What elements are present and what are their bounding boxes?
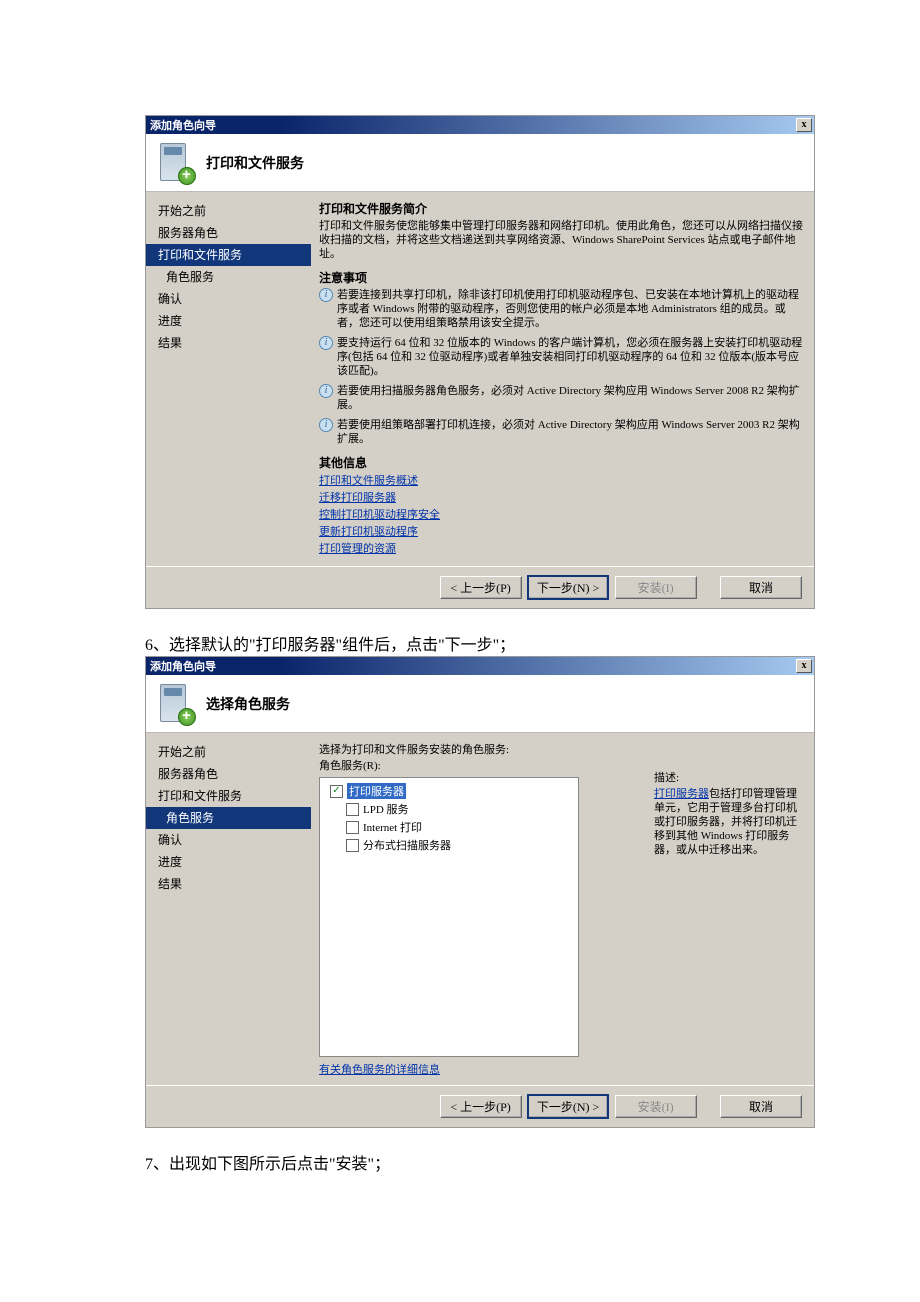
header: 打印和文件服务	[146, 134, 814, 192]
notes-list: i 若要连接到共享打印机，除非该打印机使用打印机驱动程序包、已安装在本地计算机上…	[319, 288, 804, 446]
wizard-dialog-2: 添加角色向导 x 选择角色服务 开始之前 服务器角色 打印和文件服务 角色服务 …	[145, 656, 815, 1128]
notes-heading: 注意事项	[319, 269, 804, 286]
nav-print-file[interactable]: 打印和文件服务	[146, 785, 311, 807]
link-overview[interactable]: 打印和文件服务概述	[319, 473, 804, 490]
desc-text: 打印服务器包括打印管理管理单元，它用于管理多台打印机或打印服务器，并将打印机迁移…	[654, 787, 804, 857]
links-block: 打印和文件服务概述 迁移打印服务器 控制打印机驱动程序安全 更新打印机驱动程序 …	[319, 473, 804, 558]
prev-button[interactable]: < 上一步(P)	[440, 576, 522, 599]
nav-role-services[interactable]: 角色服务	[146, 266, 311, 288]
nav-role-services[interactable]: 角色服务	[146, 807, 311, 829]
step-6-text: 6、选择默认的"打印服务器"组件后，点击"下一步"；	[145, 631, 775, 655]
nav-confirm[interactable]: 确认	[146, 829, 311, 851]
nav-server-roles[interactable]: 服务器角色	[146, 222, 311, 244]
button-bar: < 上一步(P) 下一步(N) > 安装(I) 取消	[146, 566, 814, 608]
note-item: i 要支持运行 64 位和 32 位版本的 Windows 的客户端计算机，您必…	[319, 336, 804, 378]
info-icon: i	[319, 384, 333, 398]
content-pane: 选择为打印和文件服务安装的角色服务: 角色服务(R): ✓ 打印服务器 LPD …	[311, 733, 814, 1085]
checkbox[interactable]	[346, 803, 359, 816]
desc-label: 描述:	[654, 769, 804, 785]
server-icon	[156, 141, 196, 185]
tree-item-label: LPD 服务	[363, 801, 409, 817]
header: 选择角色服务	[146, 675, 814, 733]
intro-text: 打印和文件服务使您能够集中管理打印服务器和网络打印机。使用此角色，您还可以从网络…	[319, 219, 804, 261]
other-heading: 其他信息	[319, 454, 804, 471]
nav-server-roles[interactable]: 服务器角色	[146, 763, 311, 785]
nav-progress[interactable]: 进度	[146, 310, 311, 332]
next-button[interactable]: 下一步(N) >	[527, 575, 609, 600]
server-icon	[156, 682, 196, 726]
next-button[interactable]: 下一步(N) >	[527, 1094, 609, 1119]
checkbox[interactable]	[346, 821, 359, 834]
info-icon: i	[319, 288, 333, 302]
nav-sidebar: 开始之前 服务器角色 打印和文件服务 角色服务 确认 进度 结果	[146, 192, 311, 566]
prev-button[interactable]: < 上一步(P)	[440, 1095, 522, 1118]
nav-results[interactable]: 结果	[146, 873, 311, 895]
info-icon: i	[319, 418, 333, 432]
tree-item-label: 打印服务器	[347, 783, 406, 799]
wizard-dialog-1: 添加角色向导 x 打印和文件服务 开始之前 服务器角色 打印和文件服务 角色服务…	[145, 115, 815, 609]
tree-item-lpd[interactable]: LPD 服务	[324, 800, 574, 818]
intro-heading: 打印和文件服务简介	[319, 200, 804, 217]
role-services-tree[interactable]: ✓ 打印服务器 LPD 服务 Internet 打印 分布式扫描服务器	[319, 777, 579, 1057]
checkbox[interactable]: ✓	[330, 785, 343, 798]
tree-item-label: Internet 打印	[363, 819, 422, 835]
link-driver-security[interactable]: 控制打印机驱动程序安全	[319, 507, 804, 524]
info-icon: i	[319, 336, 333, 350]
close-button[interactable]: x	[796, 118, 812, 132]
link-update-drivers[interactable]: 更新打印机驱动程序	[319, 524, 804, 541]
checkbox[interactable]	[346, 839, 359, 852]
link-migrate[interactable]: 迁移打印服务器	[319, 490, 804, 507]
prompt-text: 选择为打印和文件服务安装的角色服务:	[319, 741, 804, 757]
nav-confirm[interactable]: 确认	[146, 288, 311, 310]
button-bar: < 上一步(P) 下一步(N) > 安装(I) 取消	[146, 1085, 814, 1127]
window-title: 添加角色向导	[148, 117, 796, 133]
page-title: 选择角色服务	[206, 694, 290, 714]
nav-sidebar: 开始之前 服务器角色 打印和文件服务 角色服务 确认 进度 结果	[146, 733, 311, 1085]
tree-item-scan-server[interactable]: 分布式扫描服务器	[324, 836, 574, 854]
link-print-mgmt[interactable]: 打印管理的资源	[319, 541, 804, 558]
tree-item-internet-print[interactable]: Internet 打印	[324, 818, 574, 836]
more-info-link[interactable]: 有关角色服务的详细信息	[319, 1061, 440, 1077]
note-item: i 若要使用扫描服务器角色服务，必须对 Active Directory 架构应…	[319, 384, 804, 412]
note-item: i 若要连接到共享打印机，除非该打印机使用打印机驱动程序包、已安装在本地计算机上…	[319, 288, 804, 330]
content-pane: 打印和文件服务简介 打印和文件服务使您能够集中管理打印服务器和网络打印机。使用此…	[311, 192, 814, 566]
step-7-text: 7、出现如下图所示后点击"安装"；	[145, 1150, 775, 1174]
cancel-button[interactable]: 取消	[720, 576, 802, 599]
titlebar: 添加角色向导 x	[146, 116, 814, 134]
add-icon	[178, 167, 196, 185]
cancel-button[interactable]: 取消	[720, 1095, 802, 1118]
nav-progress[interactable]: 进度	[146, 851, 311, 873]
nav-before-begin[interactable]: 开始之前	[146, 200, 311, 222]
tree-item-label: 分布式扫描服务器	[363, 837, 451, 853]
titlebar: 添加角色向导 x	[146, 657, 814, 675]
desc-link[interactable]: 打印服务器	[654, 788, 709, 800]
install-button: 安装(I)	[615, 1095, 697, 1118]
close-button[interactable]: x	[796, 659, 812, 673]
nav-before-begin[interactable]: 开始之前	[146, 741, 311, 763]
description-panel: 描述: 打印服务器包括打印管理管理单元，它用于管理多台打印机或打印服务器，并将打…	[654, 769, 804, 857]
nav-results[interactable]: 结果	[146, 332, 311, 354]
window-title: 添加角色向导	[148, 658, 796, 674]
add-icon	[178, 708, 196, 726]
note-item: i 若要使用组策略部署打印机连接，必须对 Active Directory 架构…	[319, 418, 804, 446]
install-button: 安装(I)	[615, 576, 697, 599]
tree-item-print-server[interactable]: ✓ 打印服务器	[324, 782, 574, 800]
nav-print-file[interactable]: 打印和文件服务	[146, 244, 311, 266]
page-title: 打印和文件服务	[206, 153, 304, 173]
